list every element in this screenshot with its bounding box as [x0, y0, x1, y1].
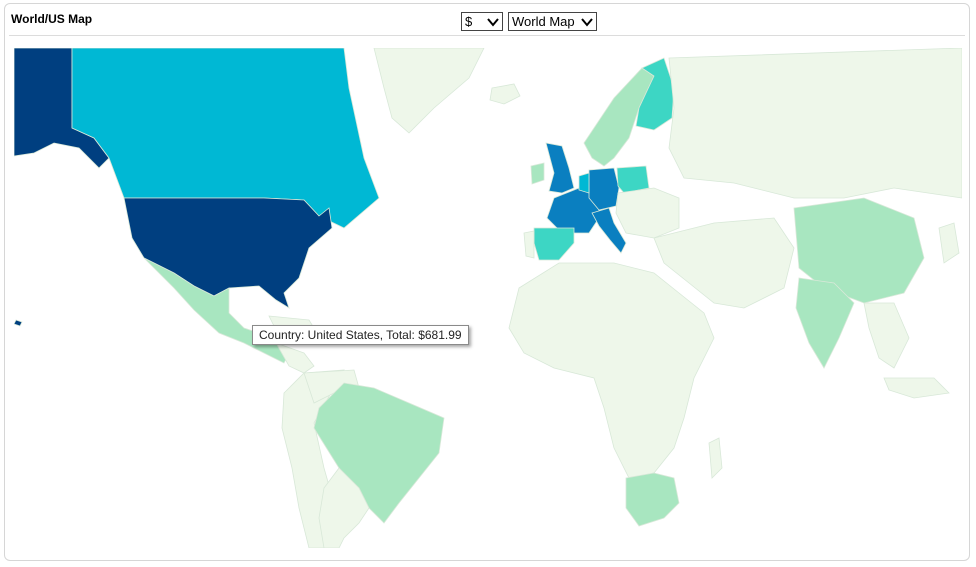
currency-select[interactable]: $	[461, 12, 503, 31]
country-japan[interactable]	[938, 222, 960, 264]
country-russia[interactable]	[668, 48, 962, 199]
country-africa[interactable]	[508, 262, 715, 479]
country-eastern-europe[interactable]	[615, 187, 680, 239]
country-germany[interactable]	[588, 167, 620, 211]
country-ireland[interactable]	[530, 162, 545, 185]
map-type-select[interactable]: World Map	[508, 12, 597, 31]
country-greenland[interactable]	[373, 48, 485, 134]
map-tooltip: Country: United States, Total: $681.99	[252, 325, 469, 345]
country-portugal[interactable]	[523, 230, 535, 259]
country-spain[interactable]	[533, 227, 575, 261]
country-southeast-asia[interactable]	[863, 302, 910, 369]
country-poland[interactable]	[616, 165, 650, 194]
country-united-kingdom[interactable]	[545, 142, 575, 194]
country-madagascar[interactable]	[708, 437, 723, 479]
country-iceland[interactable]	[489, 83, 521, 105]
world-map-svg	[14, 48, 962, 548]
chevron-down-icon	[581, 18, 593, 27]
country-south-africa[interactable]	[625, 472, 680, 527]
header-divider	[9, 35, 965, 36]
map-type-select-value: World Map	[512, 14, 575, 29]
chevron-down-icon	[487, 18, 499, 27]
currency-select-value: $	[465, 14, 473, 29]
country-hawaii[interactable]	[14, 319, 23, 327]
country-indonesia[interactable]	[883, 377, 950, 399]
panel-title: World/US Map	[11, 12, 93, 26]
country-benelux[interactable]	[578, 172, 590, 194]
world-map[interactable]: Country: United States, Total: $681.99	[14, 48, 962, 548]
